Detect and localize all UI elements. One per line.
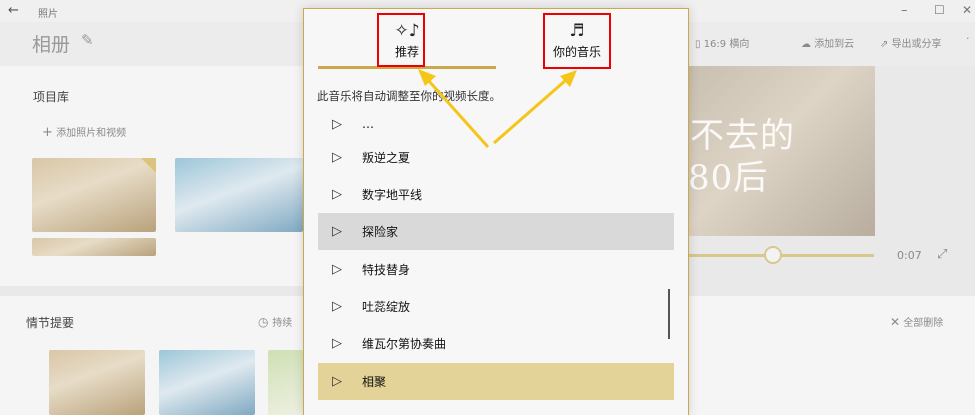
music-picker-popup: ✧♪ 推荐 ♬ 你的音乐 此音乐将自动调整至你的视频长度。 ▷ … ▷ 叛逆之夏… bbox=[303, 8, 689, 415]
song-name: 叛逆之夏 bbox=[362, 151, 411, 165]
back-arrow-icon[interactable]: ← bbox=[8, 3, 19, 18]
maximize-icon[interactable]: ☐ bbox=[934, 3, 945, 17]
library-title: 项目库 bbox=[33, 90, 70, 104]
project-library-panel: 项目库 + 添加照片和视频 bbox=[0, 66, 303, 286]
remove-x-icon: ✕ bbox=[890, 315, 901, 329]
remove-all-button[interactable]: ✕ 全部删除 bbox=[890, 314, 943, 329]
song-row-hovered[interactable]: ▷ 探险家 bbox=[318, 213, 674, 250]
song-row-selected[interactable]: ▷ 相聚 bbox=[318, 363, 674, 400]
song-row[interactable]: ▷ … bbox=[318, 117, 674, 133]
play-icon[interactable]: ▷ bbox=[332, 336, 362, 351]
song-name: 探险家 bbox=[362, 225, 399, 239]
song-name: 特技替身 bbox=[362, 263, 411, 277]
fullscreen-expand-icon[interactable]: ⤢ bbox=[937, 247, 947, 262]
edit-pencil-icon[interactable]: ✎ bbox=[81, 31, 94, 49]
export-share-button[interactable]: ⇗ 导出或分享 bbox=[880, 35, 942, 50]
storyboard-title: 情节提要 bbox=[26, 316, 75, 330]
song-list: ▷ … ▷ 叛逆之夏 ▷ 数字地平线 ▷ 探险家 ▷ 特技替身 ▷ 吐蕊绽放 ▷… bbox=[304, 117, 690, 415]
library-thumbnail-partial[interactable] bbox=[32, 238, 156, 256]
clock-icon: ◷ bbox=[258, 315, 273, 329]
play-icon[interactable]: ▷ bbox=[332, 262, 362, 277]
video-preview[interactable]: 不去的 80后 bbox=[688, 66, 875, 236]
close-icon[interactable]: ✕ bbox=[962, 3, 972, 17]
play-icon[interactable]: ▷ bbox=[332, 299, 362, 314]
minimize-icon[interactable]: – bbox=[901, 3, 908, 18]
song-row[interactable]: ▷ 维瓦尔第协奏曲 bbox=[318, 325, 674, 362]
song-row[interactable]: ▷ 特技替身 bbox=[318, 251, 674, 288]
song-row[interactable]: ▷ 叛逆之夏 bbox=[318, 139, 674, 176]
storyboard-card-partial[interactable] bbox=[268, 350, 303, 415]
library-thumbnail-boy-photo[interactable] bbox=[32, 158, 156, 232]
library-thumbnail-cartoon[interactable] bbox=[175, 158, 303, 232]
project-title: 相册 bbox=[32, 34, 71, 56]
play-icon[interactable]: ▷ bbox=[332, 374, 362, 389]
song-row[interactable]: ▷ 吐蕊绽放 bbox=[318, 288, 674, 325]
song-list-scrollbar[interactable] bbox=[668, 289, 670, 339]
highlight-box-recommended bbox=[377, 13, 425, 67]
duration-button[interactable]: ◷ 持续 bbox=[258, 314, 292, 329]
more-options-button[interactable]: · bbox=[966, 32, 970, 45]
play-icon[interactable]: ▷ bbox=[332, 224, 362, 239]
song-name: 数字地平线 bbox=[362, 188, 423, 202]
play-icon[interactable]: ▷ bbox=[332, 150, 362, 165]
aspect-ratio-button[interactable]: ▯ 16:9 横向 bbox=[695, 35, 749, 50]
music-length-hint: 此音乐将自动调整至你的视频长度。 bbox=[317, 89, 501, 103]
storyboard-card-boy-photo[interactable] bbox=[49, 350, 145, 415]
song-name: 吐蕊绽放 bbox=[362, 300, 411, 314]
play-icon[interactable]: ▷ bbox=[332, 187, 362, 202]
add-to-cloud-button[interactable]: ☁ 添加到云 bbox=[801, 35, 854, 50]
app-name: 照片 bbox=[38, 9, 58, 20]
thumbnail-corner-fold bbox=[141, 158, 156, 173]
song-row[interactable]: ▷ 数字地平线 bbox=[318, 176, 674, 213]
export-icon: ⇗ bbox=[880, 39, 892, 50]
play-icon[interactable]: ▷ bbox=[332, 117, 362, 132]
aspect-ratio-icon: ▯ bbox=[695, 39, 704, 50]
playback-slider-thumb[interactable] bbox=[764, 246, 782, 264]
storyboard-card-cartoon[interactable] bbox=[159, 350, 255, 415]
song-name: 相聚 bbox=[362, 375, 387, 389]
plus-icon: + bbox=[42, 125, 53, 140]
song-name: … bbox=[362, 117, 374, 131]
playback-time: 0:07 bbox=[897, 249, 922, 262]
highlight-box-your-music bbox=[543, 13, 611, 69]
song-name: 维瓦尔第协奏曲 bbox=[362, 337, 447, 351]
cloud-icon: ☁ bbox=[801, 39, 815, 50]
add-photos-videos-button[interactable]: + 添加照片和视频 bbox=[42, 124, 126, 140]
preview-caption-line2: 80后 bbox=[688, 158, 769, 198]
